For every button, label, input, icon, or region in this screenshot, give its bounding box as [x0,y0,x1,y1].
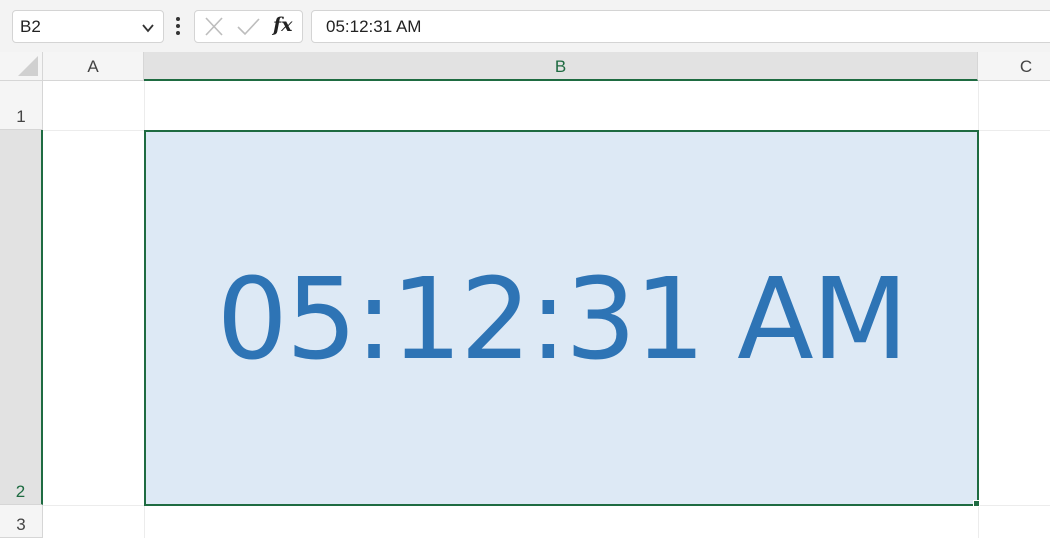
more-options-icon[interactable] [170,12,186,40]
name-box-value: B2 [20,17,41,36]
column-header-row: A B C [0,52,1050,81]
column-header-a[interactable]: A [43,52,144,80]
fill-handle[interactable] [973,500,980,507]
select-all-icon [18,56,38,76]
formula-buttons: fx [194,10,303,43]
select-all-button[interactable] [0,52,43,80]
worksheet-grid[interactable]: 05:12:31 AM [43,81,1050,538]
column-header-b[interactable]: B [144,52,978,81]
formula-bar-row: B2 fx 05:12:31 AM [0,0,1050,52]
name-box[interactable]: B2 [12,10,164,43]
formula-value: 05:12:31 AM [326,17,422,36]
row-header-3[interactable]: 3 [0,505,43,538]
formula-input[interactable]: 05:12:31 AM [311,10,1050,43]
row-header-1-label: 1 [16,107,26,126]
close-icon[interactable] [201,16,227,38]
row-header-3-label: 3 [16,515,26,534]
row-header-2[interactable]: 2 [0,130,43,505]
cell-b2[interactable]: 05:12:31 AM [144,130,979,506]
insert-function-button[interactable]: fx [273,14,293,36]
row-header-1[interactable]: 1 [0,81,43,130]
chevron-down-icon[interactable] [141,21,155,35]
checkmark-icon[interactable] [235,16,261,38]
row-header-2-label: 2 [15,482,26,501]
cell-b2-value: 05:12:31 AM [216,255,909,385]
column-header-c[interactable]: C [978,52,1050,80]
